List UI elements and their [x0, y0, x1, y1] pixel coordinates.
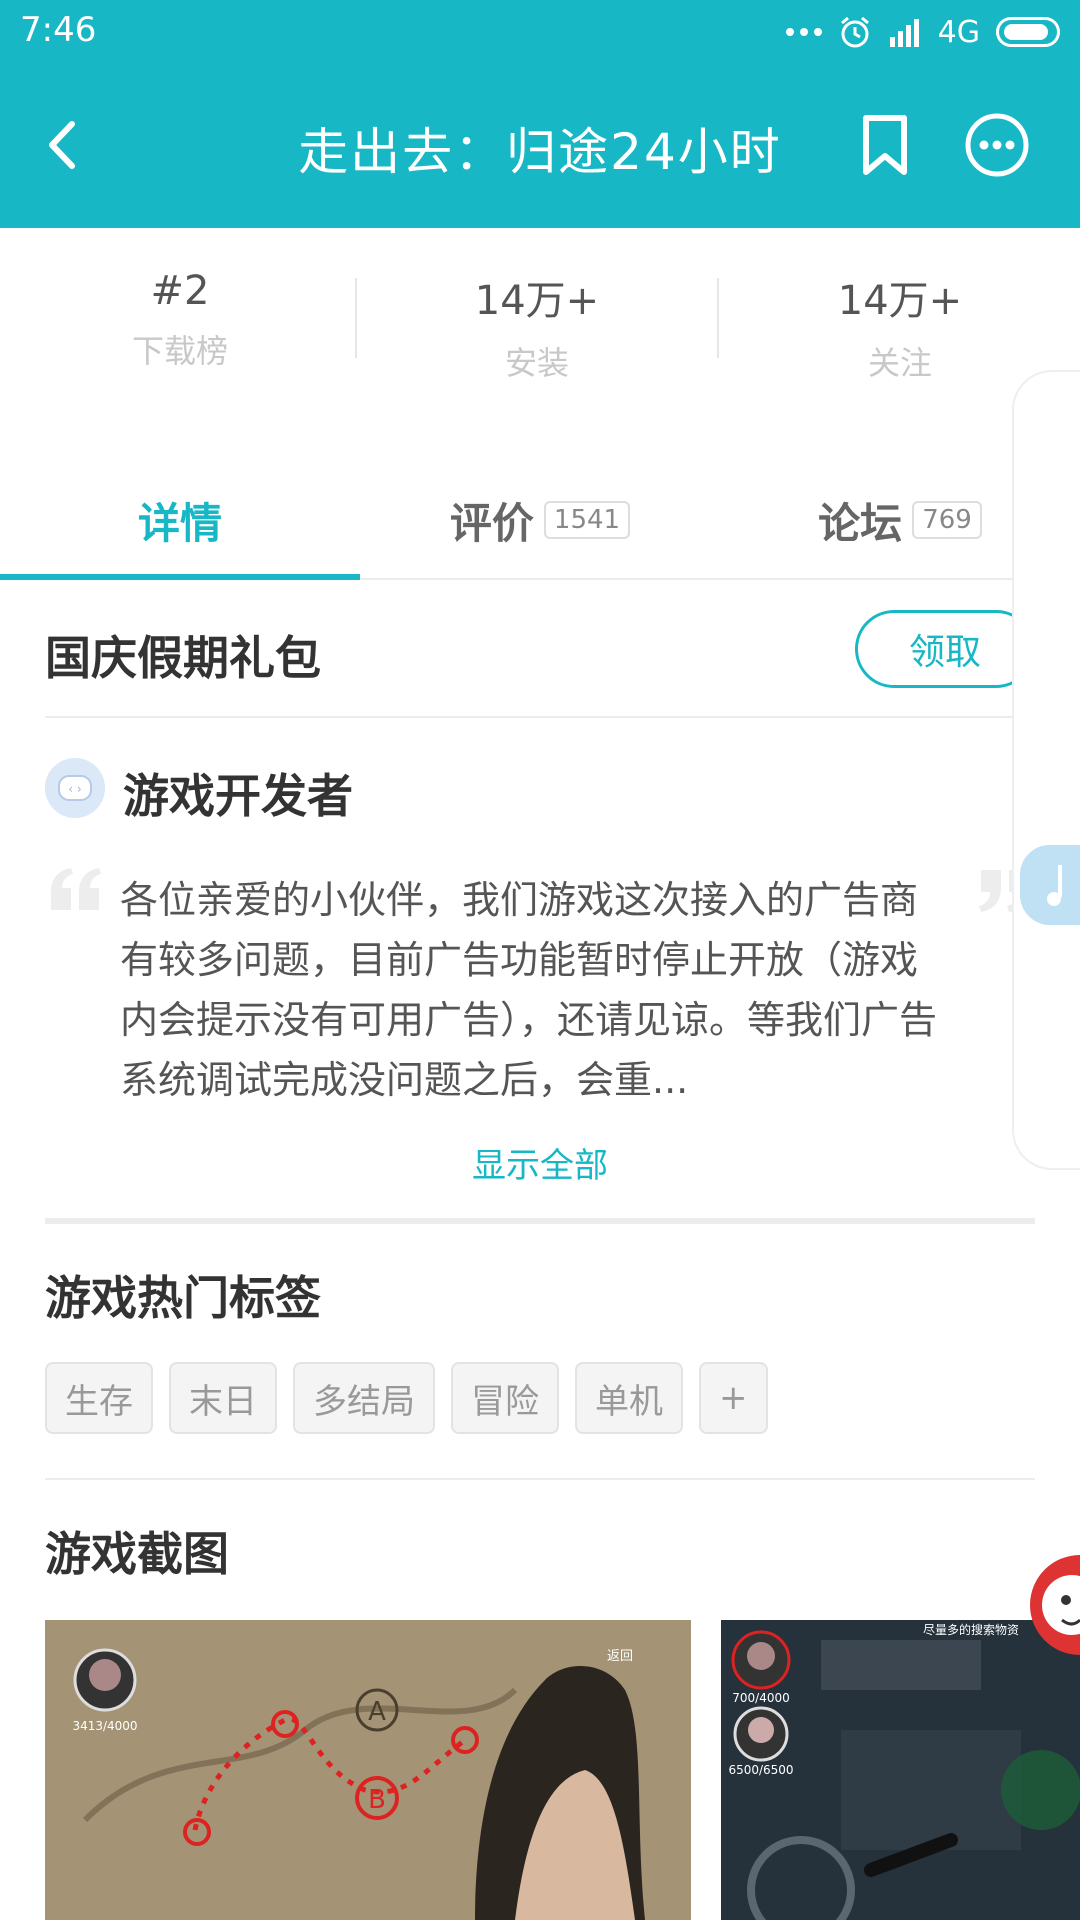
tag-chip[interactable]: 多结局: [293, 1362, 435, 1434]
gift-title: 国庆假期礼包: [45, 631, 321, 685]
svg-text:A: A: [368, 1697, 386, 1727]
screenshot-map-art: B A 3413/4000 返回: [45, 1620, 691, 1920]
companion-hp: 6500/6500: [728, 1763, 793, 1777]
app-header: 7:46 4G 走出去：归途24小时: [0, 0, 1080, 228]
open-quote-icon: [51, 868, 101, 910]
show-all-link[interactable]: 显示全部: [0, 1138, 1080, 1187]
stat-follows: 14万+ 关注: [720, 268, 1080, 384]
section-divider: [45, 1478, 1035, 1480]
tag-chip[interactable]: 单机: [575, 1362, 683, 1434]
stat-value: 14万+: [837, 278, 963, 324]
status-icons: 4G: [785, 12, 1060, 52]
add-tag-button[interactable]: +: [699, 1362, 768, 1434]
count-badge: 1541: [543, 501, 631, 539]
tag-list: 生存 末日 多结局 冒险 单机 +: [45, 1362, 768, 1434]
stat-label: 下载榜: [131, 332, 228, 370]
bookmark-button[interactable]: [850, 110, 920, 180]
alarm-icon: [840, 16, 869, 48]
developer-notice: 各位亲爱的小伙伴，我们游戏这次接入的广告商有较多问题，目前广告功能暂时停止开放（…: [120, 878, 938, 1102]
tab-details[interactable]: 详情: [0, 490, 360, 550]
divider: [717, 278, 719, 358]
tab-reviews[interactable]: 评价 1541: [360, 490, 720, 550]
stat-label: 安装: [504, 344, 569, 382]
screenshots-title: 游戏截图: [45, 1527, 229, 1581]
stat-value: 14万+: [474, 278, 600, 324]
tab-label: 评价: [449, 498, 534, 548]
stat-label: 关注: [867, 344, 932, 382]
tab-label: 论坛: [818, 498, 903, 548]
network-type: 4G: [937, 14, 980, 50]
svg-text:‹ ›: ‹ ›: [68, 782, 81, 796]
mascot-float-icon[interactable]: [1022, 1550, 1080, 1660]
tag-chip[interactable]: 冒险: [451, 1362, 559, 1434]
tags-title: 游戏热门标签: [45, 1271, 321, 1325]
signal-icon: [889, 19, 919, 47]
gift-section: 国庆假期礼包 领取: [45, 600, 1035, 718]
player-hp: 700/4000: [732, 1691, 790, 1705]
developer-avatar: ‹ ›: [45, 758, 105, 818]
tag-chip[interactable]: 末日: [169, 1362, 277, 1434]
screenshot-thumbnail-2[interactable]: 700/4000 6500/6500 尽量多的搜索物资: [721, 1620, 1080, 1920]
player-hp: 3413/4000: [72, 1719, 137, 1733]
more-options-button[interactable]: [962, 110, 1032, 180]
developer-name: 游戏开发者: [123, 769, 353, 823]
screenshot-topdown-art: 700/4000 6500/6500 尽量多的搜索物资: [721, 1620, 1080, 1920]
more-notifications-icon: [785, 28, 822, 36]
status-bar: 7:46 4G: [0, 0, 1080, 64]
count-badge: 769: [912, 501, 982, 539]
battery-icon: [996, 17, 1060, 47]
stats-row: #2 下载榜 14万+ 安装 14万+ 关注: [0, 228, 1080, 398]
section-divider: [45, 1218, 1035, 1224]
title-bar: 走出去：归途24小时: [0, 92, 1080, 202]
status-time: 7:46: [20, 10, 97, 50]
stat-rank[interactable]: #2 下载榜: [0, 268, 360, 372]
floating-side-panel[interactable]: [1012, 370, 1080, 1170]
stat-value: #2: [150, 268, 210, 314]
tab-bar: 详情 评价 1541 论坛 769: [0, 460, 1080, 580]
active-tab-indicator: [0, 574, 360, 580]
claim-button[interactable]: 领取: [855, 610, 1035, 688]
back-label: 返回: [607, 1649, 633, 1664]
screenshot-caption: 尽量多的搜索物资: [923, 1622, 1019, 1637]
tab-label: 详情: [137, 498, 222, 548]
music-note-icon[interactable]: [1020, 845, 1080, 925]
svg-text:B: B: [368, 1785, 386, 1815]
screenshot-thumbnail-1[interactable]: B A 3413/4000 返回: [45, 1620, 691, 1920]
stat-installs: 14万+ 安装: [357, 268, 717, 384]
tag-chip[interactable]: 生存: [45, 1362, 153, 1434]
